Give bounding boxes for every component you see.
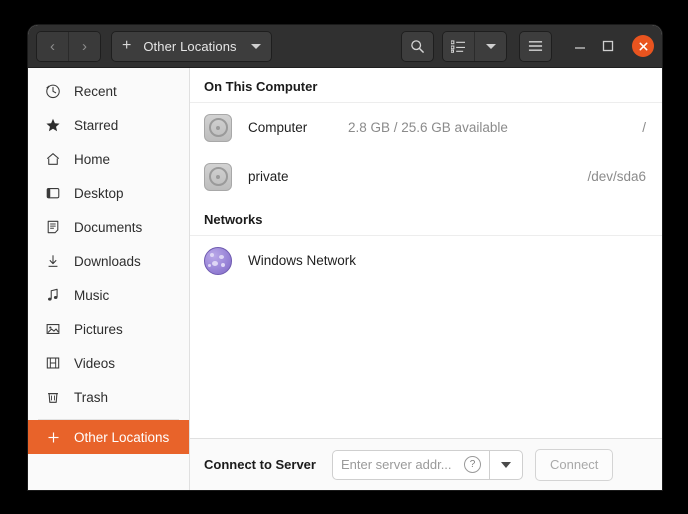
sidebar-item-home[interactable]: Home [28, 142, 189, 176]
sidebar-item-label: Pictures [74, 321, 123, 337]
server-history-dropdown[interactable] [488, 449, 523, 480]
navigation-button-group: ‹ › [36, 30, 101, 62]
chevron-down-icon [500, 461, 511, 468]
list-view-icon [451, 39, 465, 53]
disk-icon [204, 162, 238, 191]
disk-icon [204, 113, 238, 142]
sidebar-item-label: Desktop [74, 185, 124, 201]
close-icon [639, 42, 647, 50]
sidebar-item-documents[interactable]: Documents [28, 210, 189, 244]
table-row[interactable]: private /dev/sda6 [190, 152, 662, 201]
header-right-controls [401, 30, 654, 62]
chevron-down-icon [250, 43, 261, 49]
sidebar-item-other-locations[interactable]: Other Locations [28, 420, 189, 454]
sidebar-item-trash[interactable]: Trash [28, 380, 189, 414]
connect-to-server-label: Connect to Server [204, 457, 316, 472]
chevron-left-icon: ‹ [50, 37, 55, 55]
sidebar-item-label: Videos [74, 355, 116, 371]
sidebar-item-label: Starred [74, 117, 119, 133]
plus-icon [42, 430, 64, 445]
desktop-icon [42, 185, 64, 201]
plus-icon: + [122, 37, 132, 54]
sidebar-item-downloads[interactable]: Downloads [28, 244, 189, 278]
location-mount-point: /dev/sda6 [587, 169, 646, 184]
sidebar-item-starred[interactable]: Starred [28, 108, 189, 142]
sidebar-item-label: Recent [74, 83, 117, 99]
sidebar-item-label: Documents [74, 219, 143, 235]
film-icon [42, 355, 64, 371]
hamburger-menu-icon [528, 41, 543, 51]
sidebar-item-label: Home [74, 151, 111, 167]
chevron-down-icon [485, 43, 496, 49]
sidebar: Recent Starred Home Desktop Documents Do… [28, 68, 190, 490]
sidebar-item-videos[interactable]: Videos [28, 346, 189, 380]
minimize-button[interactable] [566, 32, 594, 60]
window-controls [566, 32, 654, 60]
home-icon [42, 151, 64, 167]
download-icon [42, 253, 64, 269]
server-address-group: Enter server addr... ? [331, 449, 523, 480]
view-options-dropdown[interactable] [474, 31, 506, 61]
table-row[interactable]: Computer 2.8 GB / 25.6 GB available / [190, 103, 662, 152]
section-header-networks: Networks [190, 201, 662, 236]
sidebar-item-music[interactable]: Music [28, 278, 189, 312]
star-icon [42, 117, 64, 133]
sidebar-item-pictures[interactable]: Pictures [28, 312, 189, 346]
location-space-info: 2.8 GB / 25.6 GB available [348, 120, 508, 135]
sidebar-item-label: Downloads [74, 253, 141, 269]
location-name: Windows Network [248, 253, 357, 268]
view-mode-group [442, 30, 507, 62]
back-button[interactable]: ‹ [37, 31, 68, 61]
picture-icon [42, 321, 64, 337]
globe-icon [204, 246, 238, 275]
close-button[interactable] [632, 35, 654, 57]
trash-icon [42, 389, 64, 405]
question-mark-icon[interactable]: ? [463, 456, 481, 473]
server-address-placeholder: Enter server addr... [340, 457, 452, 472]
music-note-icon [42, 287, 64, 303]
locations-list: On This Computer Computer 2.8 GB / 25.6 … [190, 68, 662, 438]
search-button[interactable] [401, 30, 434, 62]
section-header-on-this-computer: On This Computer [190, 68, 662, 103]
connect-button-label: Connect [549, 457, 599, 472]
server-address-input[interactable]: Enter server addr... ? [331, 449, 489, 480]
location-name: Computer [248, 120, 308, 135]
documents-icon [42, 219, 64, 235]
location-name: private [248, 169, 289, 184]
clock-icon [42, 83, 64, 99]
header-bar: ‹ › + Other Locations [28, 25, 662, 68]
search-icon [411, 39, 424, 53]
minimize-icon [575, 47, 585, 49]
connect-button[interactable]: Connect [534, 448, 614, 481]
path-bar-button[interactable]: + Other Locations [111, 30, 272, 62]
maximize-button[interactable] [594, 32, 622, 60]
location-mount-point: / [642, 120, 646, 135]
chevron-right-icon: › [82, 37, 87, 55]
table-row[interactable]: Windows Network [190, 236, 662, 285]
file-manager-window: ‹ › + Other Locations Recent Starred Hom… [28, 25, 662, 490]
main-menu-button[interactable] [519, 30, 552, 62]
path-bar-label: Other Locations [143, 38, 237, 54]
sidebar-item-label: Other Locations [74, 429, 170, 445]
maximize-icon [602, 40, 614, 52]
sidebar-item-desktop[interactable]: Desktop [28, 176, 189, 210]
forward-button[interactable]: › [68, 31, 100, 61]
sidebar-item-recent[interactable]: Recent [28, 74, 189, 108]
list-view-button[interactable] [443, 31, 474, 61]
sidebar-item-label: Music [74, 287, 110, 303]
content-area: On This Computer Computer 2.8 GB / 25.6 … [190, 68, 662, 490]
window-body: Recent Starred Home Desktop Documents Do… [28, 68, 662, 490]
connect-to-server-bar: Connect to Server Enter server addr... ?… [190, 438, 662, 490]
sidebar-item-label: Trash [74, 389, 109, 405]
